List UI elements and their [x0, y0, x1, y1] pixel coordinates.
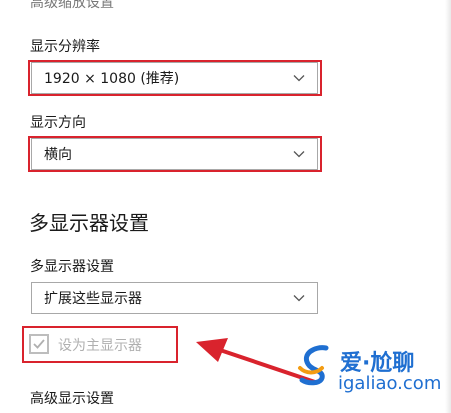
advanced-display-settings-link[interactable]: 高级显示设置	[30, 388, 114, 408]
chevron-down-icon	[293, 75, 305, 82]
multi-display-section-title: 多显示器设置	[29, 211, 149, 235]
multi-display-label: 多显示器设置	[30, 259, 114, 275]
multi-display-value: 扩展这些显示器	[44, 291, 142, 307]
chevron-down-icon	[293, 151, 305, 158]
resolution-dropdown[interactable]: 1920 × 1080 (推荐)	[31, 62, 318, 94]
advanced-scale-heading: 高级缩放设置	[30, 0, 114, 11]
primary-display-checkbox-label: 设为主显示器	[58, 338, 142, 354]
window-edge	[445, 0, 451, 413]
orientation-value: 横向	[44, 147, 72, 163]
primary-display-checkbox[interactable]	[29, 334, 49, 354]
swirl-logo-icon	[298, 345, 329, 386]
resolution-label: 显示分辨率	[30, 39, 100, 55]
watermark-url: igaliao.com	[338, 373, 442, 394]
checkmark-icon	[33, 339, 45, 349]
orientation-dropdown[interactable]: 横向	[31, 138, 318, 170]
orientation-label: 显示方向	[30, 115, 86, 131]
chevron-down-icon	[293, 295, 305, 302]
multi-display-dropdown[interactable]: 扩展这些显示器	[31, 282, 318, 314]
resolution-value: 1920 × 1080 (推荐)	[44, 71, 180, 87]
